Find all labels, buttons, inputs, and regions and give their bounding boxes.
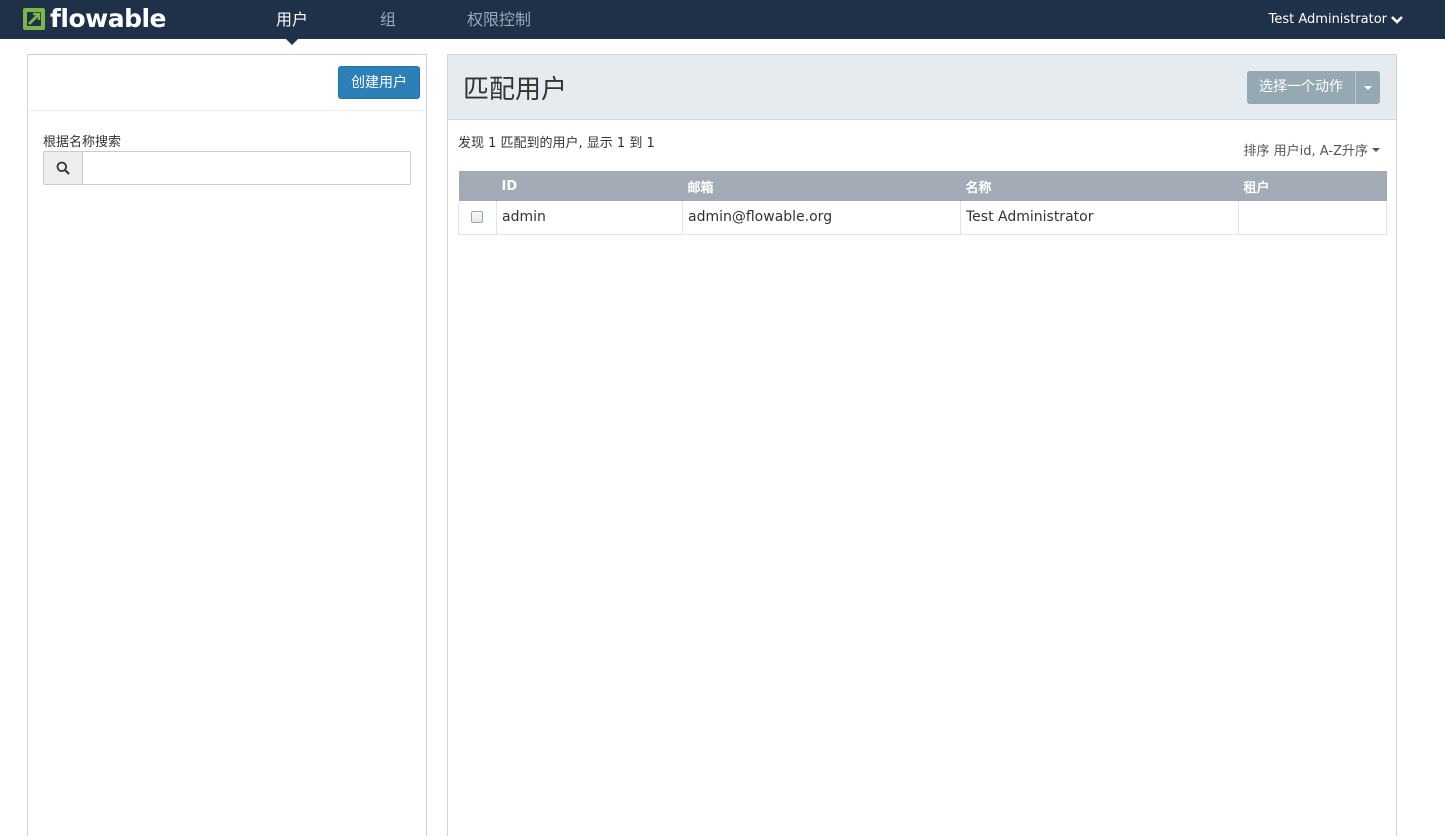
sidebar-panel: 创建用户 根据名称搜索	[27, 54, 427, 836]
column-header-select	[458, 171, 497, 201]
sort-dropdown[interactable]: 排序 用户id, A-Z升序	[1244, 140, 1380, 159]
cell-name: Test Administrator	[960, 201, 1239, 235]
nav-tab-privileges[interactable]: 权限控制	[467, 0, 531, 39]
action-caret-button[interactable]	[1356, 71, 1380, 104]
logo-text: flowable	[50, 4, 167, 33]
column-header-id[interactable]: ID	[496, 171, 683, 201]
nav-tab-groups[interactable]: 组	[380, 0, 396, 39]
row-checkbox[interactable]	[471, 211, 483, 224]
cell-id: admin	[496, 201, 683, 235]
users-table: ID 邮箱 名称 租户 admin admin@flowable.org Tes…	[458, 171, 1387, 235]
nav-tab-label: 权限控制	[467, 10, 532, 29]
caret-down-icon	[1364, 85, 1372, 90]
user-name: Test Administrator	[1268, 12, 1387, 27]
row-select-cell	[458, 201, 497, 235]
main-header: 匹配用户 选择一个动作	[448, 55, 1396, 120]
cell-tenant	[1238, 201, 1387, 235]
sidebar-header: 创建用户	[28, 55, 426, 111]
column-header-name[interactable]: 名称	[960, 171, 1239, 201]
cell-email: admin@flowable.org	[682, 201, 961, 235]
caret-down-icon	[1372, 147, 1380, 152]
search-input[interactable]	[82, 151, 411, 185]
nav-tab-users[interactable]: 用户	[276, 0, 309, 45]
search-addon	[43, 151, 82, 185]
top-navbar: flowable 用户 组 权限控制 Test Administrator	[0, 0, 1445, 45]
action-button[interactable]: 选择一个动作	[1247, 71, 1356, 104]
column-header-tenant[interactable]: 租户	[1238, 171, 1387, 201]
main-panel: 匹配用户 选择一个动作 发现 1 匹配到的用户, 显示 1 到 1 排序 用户i…	[447, 54, 1397, 836]
table-row[interactable]: admin admin@flowable.org Test Administra…	[458, 201, 1387, 235]
action-dropdown[interactable]: 选择一个动作	[1247, 71, 1380, 104]
column-header-email[interactable]: 邮箱	[682, 171, 961, 201]
table-header-row: ID 邮箱 名称 租户	[458, 171, 1387, 201]
app-logo[interactable]: flowable	[22, 4, 167, 33]
nav-tab-label: 组	[380, 10, 397, 29]
result-summary: 发现 1 匹配到的用户, 显示 1 到 1	[458, 136, 655, 151]
flowable-logo-icon	[22, 7, 46, 31]
create-user-button[interactable]: 创建用户	[338, 66, 420, 99]
page-title: 匹配用户	[463, 75, 568, 105]
chevron-down-icon	[1391, 15, 1403, 24]
active-indicator	[286, 39, 298, 45]
user-menu[interactable]: Test Administrator	[1269, 0, 1403, 39]
search-label: 根据名称搜索	[43, 135, 122, 150]
sort-label: 排序 用户id, A-Z升序	[1243, 144, 1368, 159]
search-icon	[56, 161, 70, 175]
search-group	[43, 151, 411, 185]
nav-tab-label: 用户	[276, 10, 309, 29]
